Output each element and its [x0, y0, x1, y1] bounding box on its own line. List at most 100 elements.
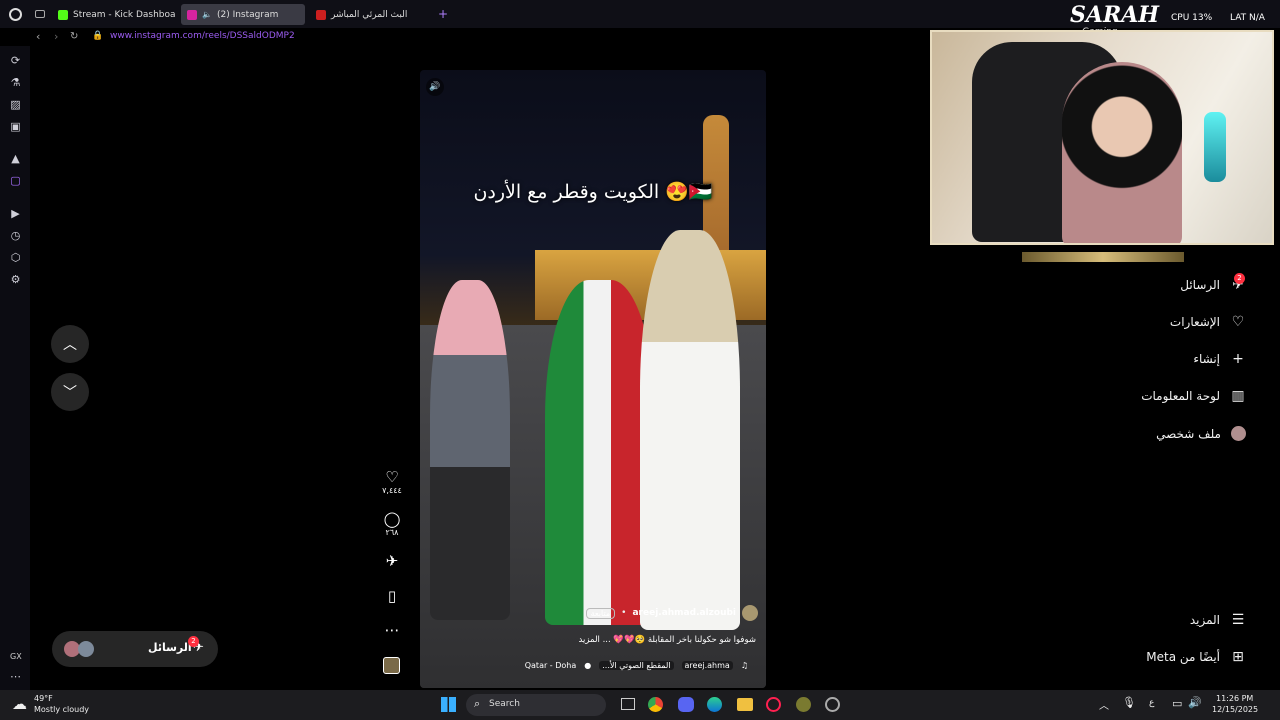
extensions-icon[interactable]: ⬡ [9, 251, 22, 264]
menu-more[interactable]: ☰ المزيد [1190, 612, 1246, 628]
opera-logo-icon[interactable] [9, 8, 22, 21]
tab-label: البث المرئي المباشر [331, 9, 408, 20]
share-action[interactable]: ✈ [381, 552, 403, 570]
player-icon[interactable]: ▶ [9, 207, 22, 220]
file-explorer-icon[interactable] [737, 698, 753, 711]
url-text[interactable]: www.instagram.com/reels/DSSaldODMP2 [110, 31, 295, 41]
comment-icon[interactable]: ◯ [381, 510, 403, 528]
messages-pill[interactable]: الرسائل ✈ 2 [52, 631, 218, 667]
music-icon: ♫ [740, 661, 748, 670]
volume-icon[interactable]: 🔊 [1188, 696, 1202, 709]
ellipsis-icon[interactable]: ⋯ [381, 621, 403, 639]
windows-start-icon[interactable] [441, 697, 456, 712]
tab-kick[interactable]: Stream - Kick Dashboard [52, 4, 176, 25]
history-icon[interactable]: ⟳ [9, 54, 22, 67]
mute-button[interactable]: 🔊 [426, 78, 444, 96]
tab-instagram[interactable]: 🔈 (2) Instagram [181, 4, 305, 25]
tab-island-icon[interactable] [35, 10, 45, 18]
snapshot-icon[interactable]: ▨ [9, 98, 22, 111]
clock-time[interactable]: 11:26 PM [1216, 694, 1253, 703]
send-icon[interactable]: ✈ [381, 552, 403, 570]
reel-meta-row: ♫ areej.ahma المقطع الصوتي الأ... ● Qata… [428, 661, 748, 670]
instagram-icon [187, 9, 197, 20]
webcam-feed [930, 30, 1274, 245]
heart-icon[interactable]: ♡ [381, 468, 403, 486]
reel-author-row: areej.ahmad.alzoubi • متابعة [428, 605, 758, 621]
reel-username[interactable]: areej.ahmad.alzoubi [632, 608, 736, 618]
location-label[interactable]: Qatar - Doha [525, 661, 577, 670]
tab-label: (2) Instagram [216, 9, 279, 20]
microphone-icon[interactable]: 🎙 [1122, 696, 1136, 709]
menu-label: إنشاء [1193, 352, 1220, 366]
reel-caption: الكويت وقطر مع الأردن 😍🇯🇴 [473, 181, 713, 203]
clock-date[interactable]: 12/15/2025 [1212, 705, 1258, 714]
menu-label: الإشعارات [1169, 315, 1220, 329]
language-indicator[interactable]: ع [1149, 698, 1154, 708]
task-view-icon[interactable] [621, 698, 635, 710]
menu-meta[interactable]: ⊞ أيضًا من Meta [1146, 649, 1246, 665]
chevron-down-icon: ﹀ [63, 385, 77, 401]
avatar[interactable] [742, 605, 758, 621]
bookmark-icon[interactable]: ▯ [381, 587, 403, 605]
person-man-flag [545, 280, 655, 625]
person-woman [430, 280, 510, 620]
tab-live[interactable]: البث المرئي المباشر [310, 4, 434, 25]
reload-icon[interactable]: ↻ [70, 31, 78, 42]
chrome-icon[interactable] [648, 697, 663, 712]
speaker-icon: 🔊 [429, 82, 441, 92]
meta-apps-icon: ⊞ [1232, 649, 1244, 665]
menu-dashboard[interactable]: ▥ لوحة المعلومات [1141, 388, 1246, 404]
brand-name: SARAH [1070, 2, 1160, 28]
follow-button[interactable]: متابعة [585, 607, 616, 619]
comment-action[interactable]: ◯ ٢٦٨ [381, 510, 403, 537]
microphone [1204, 112, 1226, 182]
more-options[interactable]: ⋯ [381, 621, 403, 639]
weather-temp[interactable]: 49°F [34, 694, 53, 703]
app-icon[interactable] [825, 697, 840, 712]
opera-gx-icon[interactable] [766, 697, 781, 712]
messages-badge: 2 [188, 636, 199, 647]
reel-video[interactable]: 🔊 الكويت وقطر مع الأردن 😍🇯🇴 areej.ahmad.… [420, 70, 766, 688]
menu-label: لوحة المعلومات [1141, 389, 1220, 403]
discord-icon[interactable] [678, 697, 694, 712]
search-label: Search [489, 699, 520, 709]
menu-messages-badge: 2 [1234, 273, 1245, 284]
network-icon[interactable]: ▭ [1172, 697, 1182, 710]
audio-thumbnail[interactable] [383, 657, 400, 674]
plus-icon: + [1232, 351, 1244, 367]
like-action[interactable]: ♡ ٧,٤٤٤ [381, 468, 403, 495]
stream-brand-logo: SARAH [1070, 2, 1159, 28]
next-reel-button[interactable]: ﹀ [51, 373, 89, 411]
speaker-icon[interactable]: 🔈 [202, 10, 212, 19]
reel-description[interactable]: شوفوا شو حكولنا باخر المقابلة 🥺💖💖 ... ال… [428, 635, 756, 645]
kick-icon [58, 9, 68, 20]
aria-icon[interactable]: ⚗ [9, 76, 22, 89]
forward-icon[interactable]: › [54, 30, 58, 43]
messenger-icon[interactable]: ▣ [9, 120, 22, 133]
new-tab-icon[interactable]: + [438, 7, 448, 21]
audio-user[interactable]: areej.ahma [681, 661, 733, 670]
previous-reel-button[interactable]: ︿ [51, 325, 89, 363]
menu-label: المزيد [1189, 613, 1220, 627]
chevron-up-icon[interactable]: ︿ [1099, 697, 1109, 712]
weather-icon[interactable]: ☁ [12, 695, 27, 713]
twitch-icon[interactable]: ▢ [9, 174, 22, 187]
audio-label[interactable]: المقطع الصوتي الأ... [599, 661, 674, 670]
more-icon[interactable]: ⋯ [9, 670, 22, 683]
clock-icon[interactable]: ◷ [9, 229, 22, 242]
streamer [1062, 62, 1182, 243]
taskbar-search[interactable]: ⌕ Search [466, 694, 606, 716]
weather-desc[interactable]: Mostly cloudy [34, 705, 89, 714]
gx-label[interactable]: GX [10, 652, 22, 661]
menu-notifications[interactable]: ♡ الإشعارات [1170, 314, 1246, 330]
messages-pill-label: الرسائل [148, 641, 192, 654]
menu-create[interactable]: + إنشاء [1193, 351, 1246, 367]
settings-icon[interactable]: ⚙ [9, 273, 22, 286]
edge-icon[interactable] [707, 697, 722, 712]
person-man-white [640, 230, 740, 630]
app-icon[interactable] [796, 697, 811, 712]
save-action[interactable]: ▯ [381, 587, 403, 605]
arc-icon[interactable]: ▲ [9, 152, 22, 165]
back-icon[interactable]: ‹ [36, 30, 40, 43]
menu-profile[interactable]: ملف شخصي [1156, 426, 1246, 441]
